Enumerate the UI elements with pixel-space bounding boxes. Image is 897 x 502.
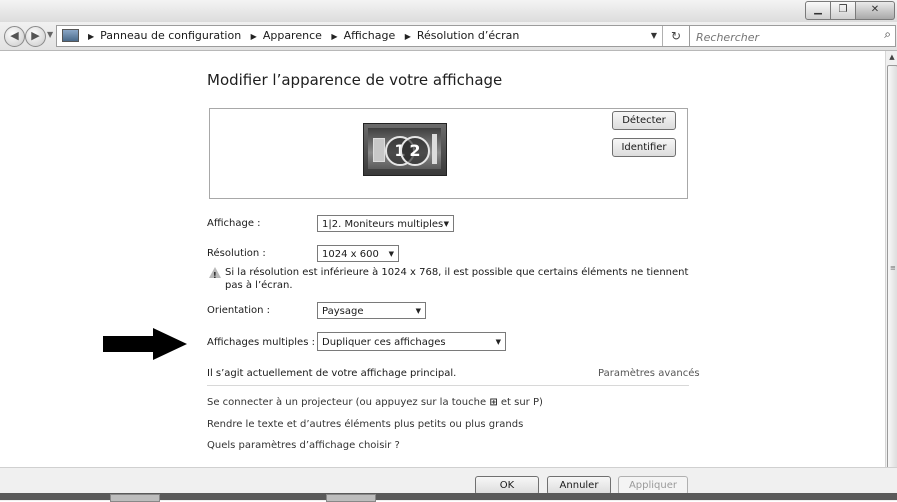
resolution-select-value: 1024 x 600	[322, 249, 379, 260]
orientation-label: Orientation :	[207, 305, 271, 316]
breadcrumb: ▶ Panneau de configuration ▶ Apparence ▶ Af…	[88, 29, 520, 42]
detect-button[interactable]: Détecter	[612, 111, 676, 130]
multiple-displays-select[interactable]: Dupliquer ces affichages ▼	[317, 332, 506, 351]
display-label: Affichage :	[207, 218, 261, 229]
orientation-select[interactable]: Paysage ▼	[317, 302, 426, 319]
grip-icon: ≡	[890, 264, 896, 272]
orientation-select-value: Paysage	[322, 306, 364, 317]
page-title: Modifier l’apparence de votre affichage	[207, 71, 503, 89]
maximize-button[interactable]: ❐	[831, 1, 856, 20]
refresh-icon: ↻	[670, 29, 682, 43]
minimize-button[interactable]: ▁	[805, 1, 831, 20]
which-settings-link[interactable]: Quels paramètres d’affichage choisir ?	[207, 440, 400, 451]
right-arrow-icon	[103, 328, 187, 360]
scroll-up-icon[interactable]: ▲	[886, 53, 897, 61]
vertical-scrollbar[interactable]: ▲ ≡ ▼	[885, 51, 897, 491]
resolution-label: Résolution :	[207, 248, 266, 259]
forward-button[interactable]: ▶	[25, 26, 46, 47]
title-bar: ▁ ❐ ✕	[0, 0, 897, 22]
back-arrow-icon: ◀	[10, 29, 19, 42]
chevron-down-icon: ▼	[495, 338, 501, 346]
breadcrumb-item[interactable]: Affichage	[344, 29, 396, 42]
search-icon[interactable]: ⌕	[884, 27, 891, 42]
address-toolbar: ◀ ▶ ▼ ▶ Panneau de configuration ▶ Apparen…	[0, 22, 897, 51]
warning-icon: !	[209, 267, 221, 280]
breadcrumb-item[interactable]: Apparence	[263, 29, 322, 42]
chevron-down-icon: ▼	[443, 220, 449, 228]
text-size-link[interactable]: Rendre le texte et d’autres éléments plu…	[207, 419, 523, 430]
breadcrumb-item[interactable]: Résolution d’écran	[417, 29, 520, 42]
monitor-icon[interactable]: 1 2	[363, 123, 447, 176]
divider	[207, 385, 689, 386]
primary-display-text: Il s’agit actuellement de votre affichag…	[207, 368, 457, 379]
chevron-down-icon: ▼	[415, 307, 421, 315]
resolution-select[interactable]: 1024 x 600 ▼	[317, 245, 399, 262]
window-controls: ▁ ❐ ✕	[805, 1, 895, 20]
projector-link[interactable]: Se connecter à un projecteur	[207, 397, 352, 408]
identify-button[interactable]: Identifier	[612, 138, 676, 157]
projector-hint: (ou appuyez sur la touche	[352, 397, 490, 408]
advanced-settings-link[interactable]: Paramètres avancés	[598, 368, 700, 379]
display-select[interactable]: 1|2. Moniteurs multiples ▼	[317, 215, 454, 232]
address-dropdown[interactable]: ▼	[651, 26, 657, 46]
forward-arrow-icon: ▶	[31, 29, 40, 42]
multiple-displays-value: Dupliquer ces affichages	[322, 337, 446, 348]
taskbar-button[interactable]	[326, 494, 376, 502]
projector-link-line: Se connecter à un projecteur (ou appuyez…	[207, 397, 543, 408]
taskbar-button[interactable]	[110, 494, 160, 502]
address-field[interactable]: ▶ Panneau de configuration ▶ Apparence ▶ Af…	[56, 25, 690, 47]
search-input[interactable]	[690, 28, 872, 47]
display-select-value: 1|2. Moniteurs multiples	[322, 219, 444, 230]
scroll-thumb[interactable]: ≡	[887, 65, 897, 473]
windows-key-icon: ⊞	[489, 397, 498, 408]
recent-pages-dropdown[interactable]: ▼	[47, 30, 53, 39]
monitor-label-2: 2	[400, 136, 430, 166]
search-box[interactable]: ⌕	[689, 25, 896, 47]
back-button[interactable]: ◀	[4, 26, 25, 47]
refresh-button[interactable]: ↻	[662, 26, 689, 46]
chevron-down-icon: ▼	[388, 250, 394, 258]
control-panel-icon	[62, 29, 79, 42]
breadcrumb-item[interactable]: Panneau de configuration	[100, 29, 241, 42]
close-button[interactable]: ✕	[856, 1, 895, 20]
multiple-displays-label: Affichages multiples :	[207, 337, 315, 348]
warning-text: Si la résolution est inférieure à 1024 x…	[225, 267, 689, 291]
projector-hint-end: et sur P)	[497, 397, 543, 408]
